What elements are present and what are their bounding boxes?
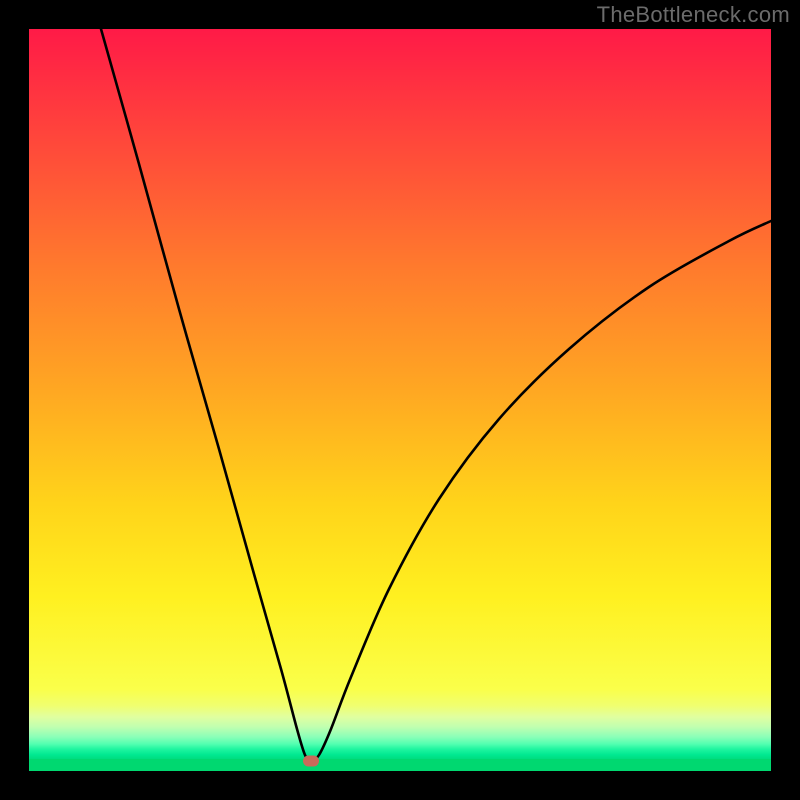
watermark-text: TheBottleneck.com [597,2,790,28]
chart-frame: TheBottleneck.com [0,0,800,800]
plot-area [29,29,771,771]
optimal-point-marker [303,756,319,767]
bottleneck-curve [101,29,771,761]
curve-layer [29,29,771,771]
